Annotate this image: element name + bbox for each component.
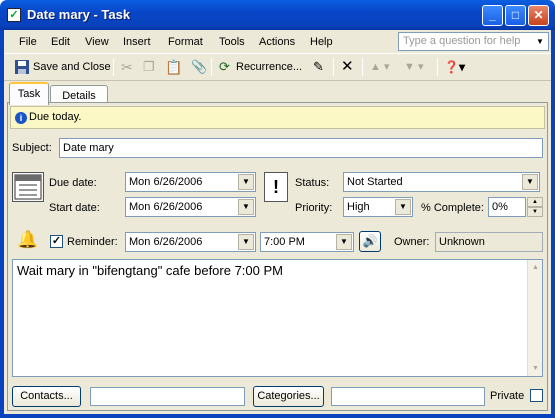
scroll-up-icon[interactable]: ▲ xyxy=(528,260,543,275)
scroll-down-icon[interactable]: ▼ xyxy=(528,361,543,376)
importance-icon: ! xyxy=(264,172,288,202)
menu-file[interactable]: File xyxy=(19,36,37,48)
due-date-picker[interactable]: Mon 6/26/2006 ▼ xyxy=(125,172,256,192)
due-date-value: Mon 6/26/2006 xyxy=(129,176,203,188)
spin-up-icon[interactable]: ▲ xyxy=(527,197,543,207)
title-bar: ✓ Date mary - Task _ □ ✕ xyxy=(0,0,555,30)
help-dropdown-icon[interactable]: ▼ xyxy=(536,37,544,46)
chevron-down-icon[interactable]: ▼ xyxy=(238,199,254,215)
info-bar: i Due today. xyxy=(10,106,545,129)
percent-complete-label: % Complete: xyxy=(421,202,484,214)
chevron-down-icon[interactable]: ▼ xyxy=(522,174,538,190)
window-title: Date mary - Task xyxy=(27,7,131,22)
notes-textarea[interactable]: Wait mary in "bifengtang" cafe before 7:… xyxy=(12,259,543,377)
menu-view[interactable]: View xyxy=(85,36,109,48)
assign-task-icon[interactable]: ✎ xyxy=(313,57,324,77)
tab-task[interactable]: Task xyxy=(9,82,49,105)
maximize-button[interactable]: □ xyxy=(505,5,526,26)
chevron-down-icon[interactable]: ▼ xyxy=(238,174,254,190)
subject-label: Subject: xyxy=(12,142,52,154)
notes-text: Wait mary in "bifengtang" cafe before 7:… xyxy=(17,263,283,278)
reminder-time-value: 7:00 PM xyxy=(264,236,305,248)
start-date-label: Start date: xyxy=(49,202,100,214)
help-icon[interactable]: ❓▾ xyxy=(444,57,465,77)
menu-tools[interactable]: Tools xyxy=(219,36,245,48)
save-and-close-button[interactable]: Save and Close xyxy=(33,57,111,77)
reminder-date-picker[interactable]: Mon 6/26/2006 ▼ xyxy=(125,232,256,252)
status-value: Not Started xyxy=(347,176,403,188)
paste-icon[interactable]: 📋 xyxy=(165,57,182,77)
private-checkbox[interactable] xyxy=(530,389,543,402)
owner-value: Unknown xyxy=(435,232,543,252)
task-icon: ✓ xyxy=(7,8,21,22)
menu-insert[interactable]: Insert xyxy=(123,36,151,48)
status-label: Status: xyxy=(295,177,330,189)
toolbar-separator xyxy=(362,58,363,76)
copy-icon[interactable]: ❐ xyxy=(143,57,155,77)
toolbar-separator xyxy=(211,58,212,76)
spin-down-icon[interactable]: ▼ xyxy=(527,207,543,217)
reminder-bell-icon: 🔔 xyxy=(17,230,39,249)
close-button[interactable]: ✕ xyxy=(528,5,549,26)
save-icon[interactable] xyxy=(14,57,30,77)
menu-edit[interactable]: Edit xyxy=(51,36,70,48)
status-select[interactable]: Not Started ▼ xyxy=(343,172,540,192)
previous-item-icon[interactable]: ▲ ▾ xyxy=(370,57,389,77)
due-date-label: Due date: xyxy=(49,177,97,189)
reminder-label: Reminder: xyxy=(67,236,118,248)
cut-icon[interactable]: ✂ xyxy=(121,57,133,77)
attach-icon[interactable]: 📎 xyxy=(191,57,207,77)
contacts-button[interactable]: Contacts... xyxy=(12,386,81,407)
info-icon: i xyxy=(15,112,27,124)
categories-input[interactable] xyxy=(331,387,485,406)
percent-complete-input[interactable]: 0% xyxy=(488,197,526,217)
start-date-picker[interactable]: Mon 6/26/2006 ▼ xyxy=(125,197,256,217)
delete-icon[interactable]: ✕ xyxy=(341,57,354,77)
toolbar-separator xyxy=(333,58,334,76)
start-date-value: Mon 6/26/2006 xyxy=(129,201,203,213)
owner-label: Owner: xyxy=(394,236,430,248)
toolbar-separator xyxy=(437,58,438,76)
priority-value: High xyxy=(347,201,370,213)
menu-actions[interactable]: Actions xyxy=(259,36,295,48)
recurrence-icon[interactable]: ⟳ xyxy=(219,57,230,77)
chevron-down-icon[interactable]: ▼ xyxy=(238,234,254,250)
help-question-input[interactable]: Type a question for help xyxy=(398,32,549,51)
toolbar-separator xyxy=(113,58,114,76)
reminder-date-value: Mon 6/26/2006 xyxy=(129,236,203,248)
priority-label: Priority: xyxy=(295,202,333,214)
menu-format[interactable]: Format xyxy=(168,36,203,48)
contacts-input[interactable] xyxy=(90,387,245,406)
notes-scrollbar[interactable]: ▲ ▼ xyxy=(527,260,542,376)
calendar-icon xyxy=(12,172,44,202)
chevron-down-icon[interactable]: ▼ xyxy=(336,234,352,250)
next-item-icon[interactable]: ▼ ▾ xyxy=(404,57,423,77)
minimize-button[interactable]: _ xyxy=(482,5,503,26)
chevron-down-icon[interactable]: ▼ xyxy=(395,199,411,215)
info-text: Due today. xyxy=(29,111,82,123)
recurrence-button[interactable]: Recurrence... xyxy=(236,57,302,77)
subject-input[interactable]: Date mary xyxy=(59,138,543,158)
reminder-time-picker[interactable]: 7:00 PM ▼ xyxy=(260,232,354,252)
private-label: Private xyxy=(490,390,525,402)
reminder-checkbox[interactable]: ✓ xyxy=(50,235,63,248)
menu-help[interactable]: Help xyxy=(310,36,333,48)
categories-button[interactable]: Categories... xyxy=(253,386,324,407)
reminder-sound-button[interactable]: 🔊 xyxy=(359,231,381,252)
priority-select[interactable]: High ▼ xyxy=(343,197,413,217)
